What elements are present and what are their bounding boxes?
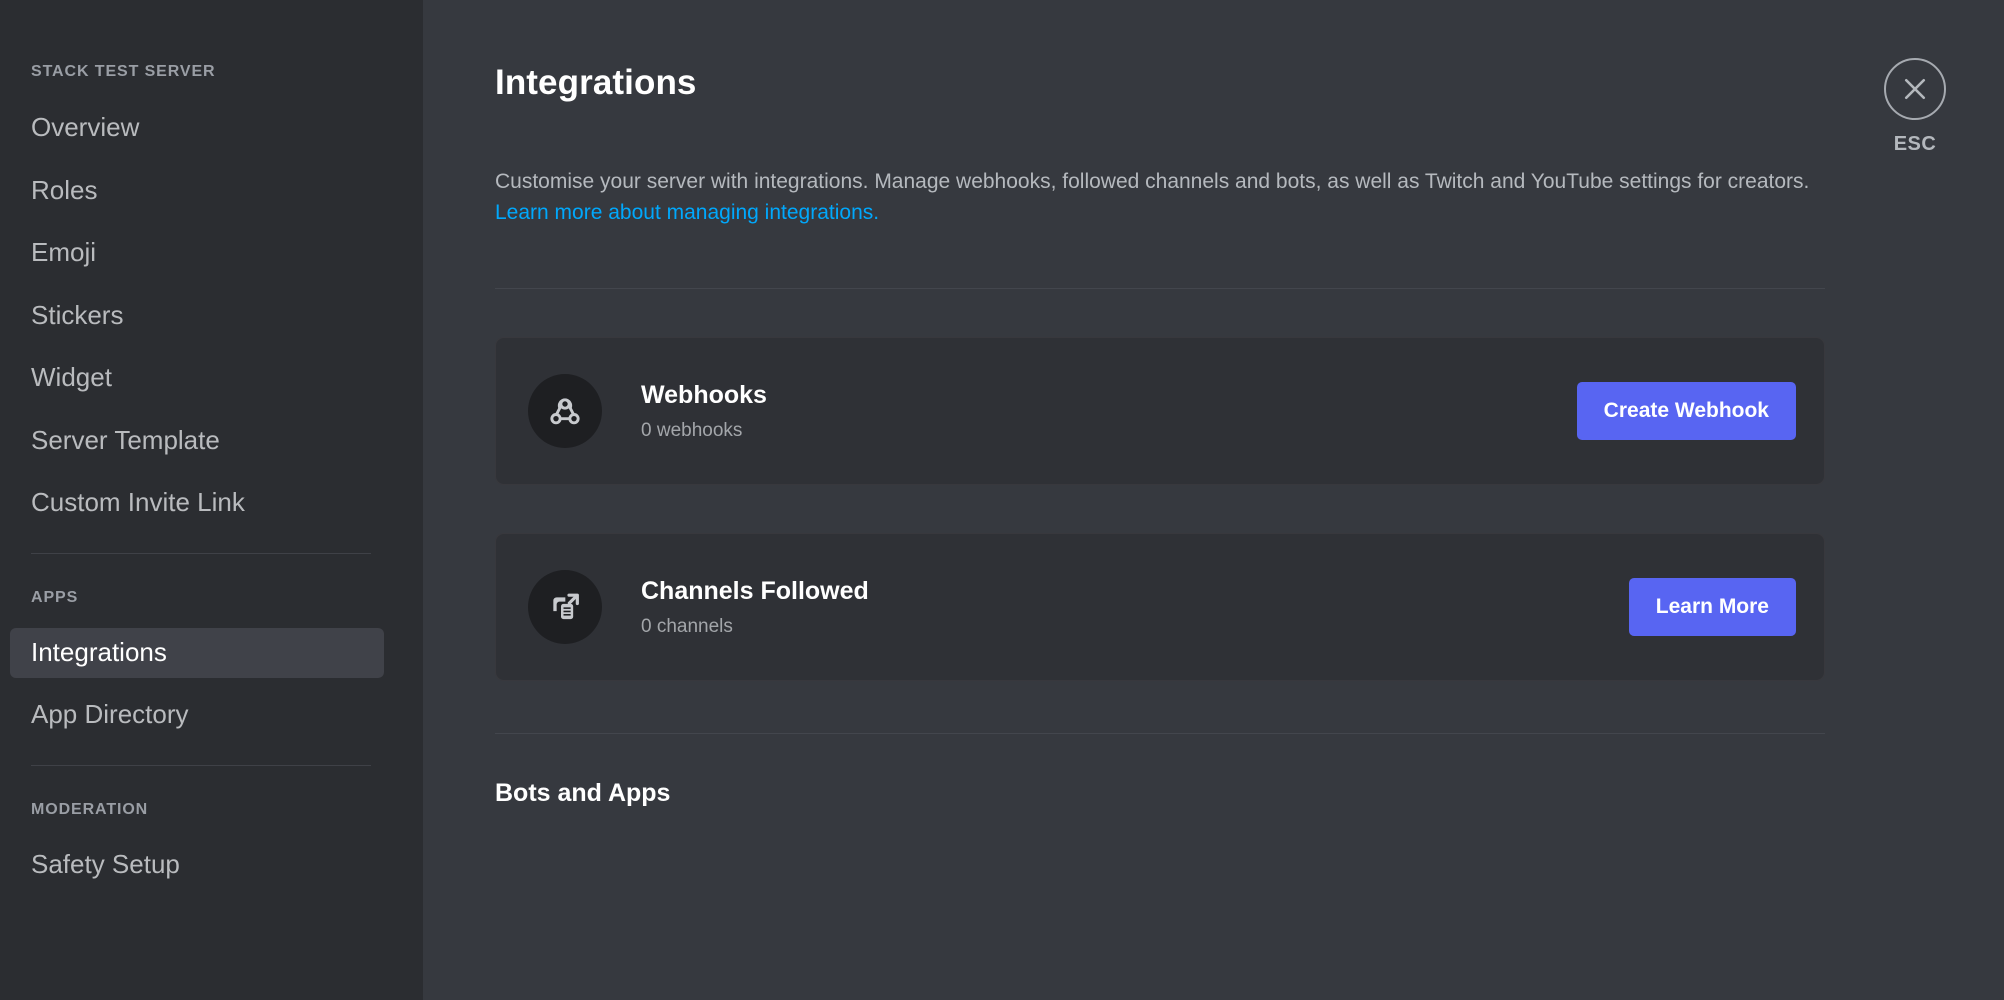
close-icon: [1884, 58, 1946, 120]
sidebar-item-label: Stickers: [31, 299, 124, 330]
close-settings-label: ESC: [1893, 133, 1937, 155]
sidebar-group-header-moderation: MODERATION: [31, 800, 149, 818]
card-title: Webhooks: [641, 380, 767, 409]
sidebar-item-label: Custom Invite Link: [31, 487, 245, 518]
sidebar-item-safety-setup[interactable]: Safety Setup: [0, 840, 397, 891]
sidebar-item-widget[interactable]: Widget: [0, 353, 397, 404]
integrations-content: Integrations Customise your server with …: [495, 0, 1825, 809]
sidebar-nav-list: STACK TEST SERVER Overview Roles Emoji Stick…: [0, 62, 423, 891]
section-title-bots-and-apps: Bots and Apps: [495, 779, 671, 808]
sidebar-divider: [31, 552, 371, 554]
sidebar-server-name: STACK TEST SERVER: [31, 63, 216, 80]
card-text-block: Webhooks 0 webhooks: [641, 380, 1577, 443]
content-divider-bottom: [495, 733, 1825, 735]
card-subtitle: 0 webhooks: [641, 419, 743, 441]
settings-sidebar: STACK TEST SERVER Overview Roles Emoji Stick…: [0, 0, 423, 1000]
sidebar-item-roles[interactable]: Roles: [0, 166, 397, 217]
card-title: Channels Followed: [641, 576, 869, 605]
integration-cards-list: Webhooks 0 webhooks Create Webhook Channels…: [495, 337, 1825, 682]
webhook-icon: [528, 374, 602, 449]
sidebar-item-overview[interactable]: Overview: [0, 103, 397, 154]
sidebar-item-label: Integrations: [31, 636, 167, 667]
integration-card-webhooks: Webhooks 0 webhooks Create Webhook: [495, 337, 1825, 486]
sidebar-item-custom-invite-link[interactable]: Custom Invite Link: [0, 478, 397, 529]
sidebar-item-app-directory[interactable]: App Directory: [0, 690, 397, 741]
sidebar-item-label: Widget: [31, 362, 112, 393]
sidebar-item-stickers[interactable]: Stickers: [0, 291, 397, 342]
page-title: Integrations: [495, 63, 697, 102]
sidebar-item-label: App Directory: [31, 699, 189, 730]
channels-followed-icon: [528, 570, 602, 645]
sidebar-group-header-apps: APPS: [31, 588, 79, 606]
create-webhook-button[interactable]: Create Webhook: [1576, 382, 1796, 441]
learn-more-link[interactable]: Learn more about managing integrations.: [495, 201, 879, 224]
learn-more-button[interactable]: Learn More: [1628, 578, 1796, 637]
sidebar-item-label: Server Template: [31, 424, 220, 455]
settings-main-panel: Integrations Customise your server with …: [423, 0, 2004, 1000]
card-subtitle: 0 channels: [641, 615, 733, 637]
sidebar-item-label: Emoji: [31, 237, 97, 268]
sidebar-item-label: Overview: [31, 112, 140, 143]
card-text-block: Channels Followed 0 channels: [641, 576, 1629, 639]
page-description: Customise your server with integrations.…: [495, 166, 1815, 228]
sidebar-item-server-template[interactable]: Server Template: [0, 416, 397, 467]
discord-server-settings-window: STACK TEST SERVER Overview Roles Emoji Stick…: [0, 0, 2004, 1000]
page-description-text: Customise your server with integrations.…: [495, 170, 1810, 193]
sidebar-item-emoji[interactable]: Emoji: [0, 228, 397, 279]
sidebar-item-integrations[interactable]: Integrations: [10, 627, 384, 679]
content-divider-top: [495, 288, 1825, 290]
sidebar-divider: [31, 764, 371, 766]
sidebar-item-label: Safety Setup: [31, 849, 180, 880]
integration-card-channels-followed: Channels Followed 0 channels Learn More: [495, 533, 1825, 682]
close-settings-button[interactable]: ESC: [1873, 58, 1957, 156]
sidebar-item-label: Roles: [31, 174, 98, 205]
